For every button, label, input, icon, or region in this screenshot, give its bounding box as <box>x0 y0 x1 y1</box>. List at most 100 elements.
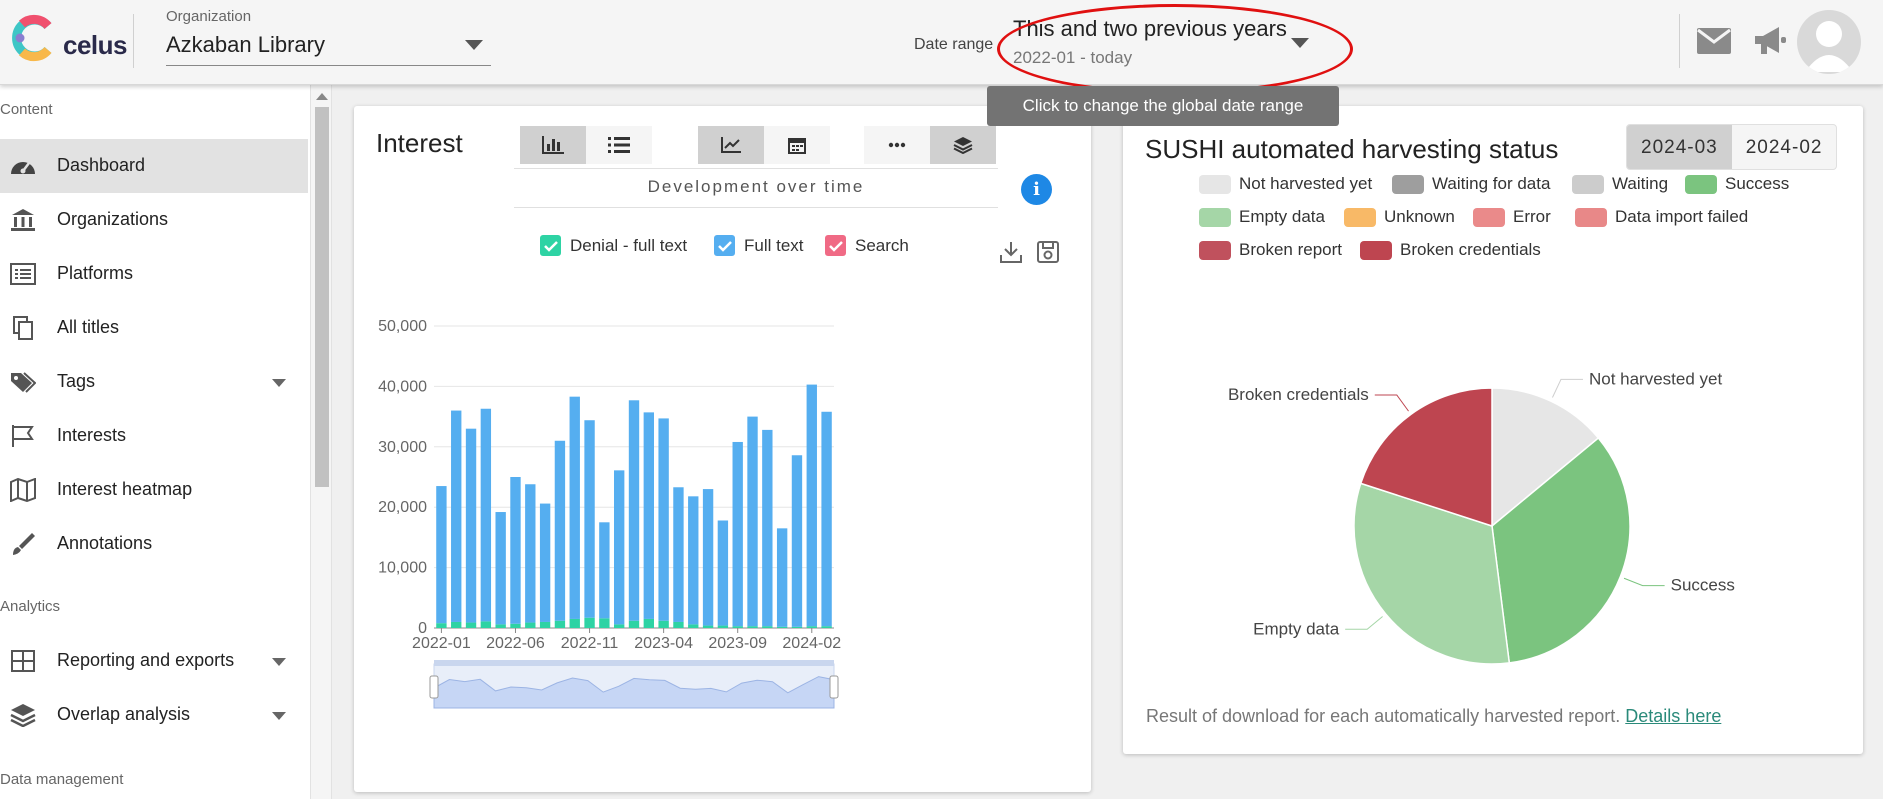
sidebar-scrollbar[interactable] <box>310 85 332 799</box>
sushi-footer-text: Result of download for each automaticall… <box>1146 706 1621 726</box>
grid-icon <box>11 650 35 672</box>
legend-swatch <box>1575 207 1607 227</box>
legend-swatch <box>1199 240 1231 260</box>
sidebar-item-dashboard[interactable]: Dashboard <box>0 139 308 193</box>
legend-label: Waiting for data <box>1432 174 1551 193</box>
y-tick-label: 30,000 <box>378 439 427 456</box>
sidebar-item-reporting-and-exports[interactable]: Reporting and exports <box>0 634 308 688</box>
bar <box>584 420 595 618</box>
download-icon[interactable] <box>1000 241 1022 268</box>
legend-label: Empty data <box>1239 207 1325 226</box>
bar <box>495 512 506 625</box>
sidebar-item-platforms[interactable]: Platforms <box>0 247 308 301</box>
table-view-button[interactable] <box>586 126 652 164</box>
legend-swatch <box>1572 174 1604 194</box>
bar <box>614 624 625 628</box>
list-icon <box>608 137 630 153</box>
checkbox-icon[interactable] <box>540 235 561 256</box>
sidebar-item-interests[interactable]: Interests <box>0 409 308 463</box>
megaphone-icon[interactable] <box>1753 24 1787 63</box>
pie-label: Empty data <box>1253 619 1340 638</box>
sushi-legend-item[interactable]: Broken credentials <box>1360 240 1541 260</box>
sushi-legend-item[interactable]: Not harvested yet <box>1199 174 1372 194</box>
sidebar-item-annotations[interactable]: Annotations <box>0 517 308 571</box>
legend-swatch <box>1199 207 1231 227</box>
legend-label: Broken credentials <box>1400 240 1541 259</box>
sushi-legend-item[interactable]: Error <box>1473 207 1551 227</box>
gauge-icon <box>11 162 35 174</box>
info-icon[interactable]: i <box>1021 174 1052 205</box>
legend-label: Success <box>1725 174 1790 193</box>
chevron-down-icon[interactable] <box>272 712 286 720</box>
sushi-legend-item[interactable]: Empty data <box>1199 207 1325 227</box>
organization-value[interactable]: Azkaban Library <box>166 32 325 58</box>
avatar[interactable] <box>1797 10 1861 74</box>
stacked-button[interactable] <box>930 126 996 164</box>
scrollbar-thumb[interactable] <box>315 107 329 487</box>
y-tick-label: 50,000 <box>378 318 427 335</box>
bar <box>436 486 447 624</box>
legend-full-text[interactable]: Full text <box>714 235 804 256</box>
sushi-pie-chart: Not harvested yet Success Empty data Broken… <box>1228 369 1735 665</box>
legend-label: Data import failed <box>1615 207 1749 226</box>
sushi-footer-note: Result of download for each automaticall… <box>1146 706 1721 727</box>
pie-label: Broken credentials <box>1228 385 1369 404</box>
bar <box>451 410 462 622</box>
sidebar-item-interest-heatmap[interactable]: Interest heatmap <box>0 463 308 517</box>
mail-icon[interactable] <box>1697 28 1731 59</box>
interest-card: Interest Development over time i Denial … <box>354 106 1091 792</box>
divider <box>514 207 998 208</box>
bar <box>732 626 743 628</box>
more-options-button[interactable] <box>864 126 930 164</box>
sushi-legend-item[interactable]: Broken report <box>1199 240 1342 260</box>
bar-chart-icon <box>542 136 564 154</box>
legend-label: Search <box>855 235 909 255</box>
bank-icon <box>11 209 35 231</box>
details-here-link[interactable]: Details here <box>1625 706 1721 726</box>
scroll-up-icon[interactable] <box>316 93 328 100</box>
bar <box>569 396 580 619</box>
month-2024-03-button[interactable]: 2024-03 <box>1627 125 1732 169</box>
sushi-legend-item[interactable]: Data import failed <box>1575 207 1748 227</box>
y-tick-label: 20,000 <box>378 499 427 516</box>
development-over-time-button[interactable] <box>698 126 764 164</box>
bar <box>480 621 492 628</box>
sushi-legend-item[interactable]: Unknown <box>1344 207 1455 227</box>
legend-search[interactable]: Search <box>825 235 909 256</box>
checkbox-icon[interactable] <box>714 235 735 256</box>
sushi-legend-item[interactable]: Success <box>1685 174 1789 194</box>
bar <box>525 622 536 628</box>
bar <box>732 441 743 627</box>
sidebar-item-organizations[interactable]: Organizations <box>0 193 308 247</box>
chart-view-button[interactable] <box>520 126 586 164</box>
highlight-ellipse <box>997 4 1353 94</box>
sushi-legend-item[interactable]: Waiting <box>1572 174 1668 194</box>
calendar-button[interactable] <box>764 126 830 164</box>
x-tick-label: 2022-01 <box>412 635 471 652</box>
bar <box>717 520 729 626</box>
top-bar: celus Organization Azkaban Library Date … <box>0 0 1883 94</box>
sidebar-item-overlap-analysis[interactable]: Overlap analysis <box>0 688 308 742</box>
legend-label: Denial - full text <box>570 235 688 255</box>
zoom-handle <box>829 675 839 699</box>
sidebar: Content Dashboard Organizations Platform… <box>0 85 310 799</box>
sidebar-item-label: Organizations <box>57 209 169 229</box>
layers-icon <box>10 704 36 727</box>
chevron-down-icon[interactable] <box>465 40 483 50</box>
save-image-icon[interactable] <box>1037 241 1059 268</box>
month-2024-02-button[interactable]: 2024-02 <box>1732 125 1837 169</box>
chevron-down-icon[interactable] <box>272 379 286 387</box>
x-tick-label: 2023-09 <box>708 635 767 652</box>
sushi-legend-item[interactable]: Waiting for data <box>1392 174 1550 194</box>
celus-logo[interactable]: celus <box>8 12 128 62</box>
pie-label: Success <box>1671 576 1735 595</box>
legend-denial-full-text[interactable]: Denial - full text <box>540 235 687 256</box>
checkbox-icon[interactable] <box>825 235 846 256</box>
organization-underline <box>166 65 491 66</box>
bar <box>762 626 773 628</box>
chevron-down-icon[interactable] <box>272 658 286 666</box>
legend-label: Waiting <box>1612 174 1669 193</box>
sidebar-item-tags[interactable]: Tags <box>0 355 308 409</box>
sidebar-item-all-titles[interactable]: All titles <box>0 301 308 355</box>
bar <box>599 522 610 619</box>
